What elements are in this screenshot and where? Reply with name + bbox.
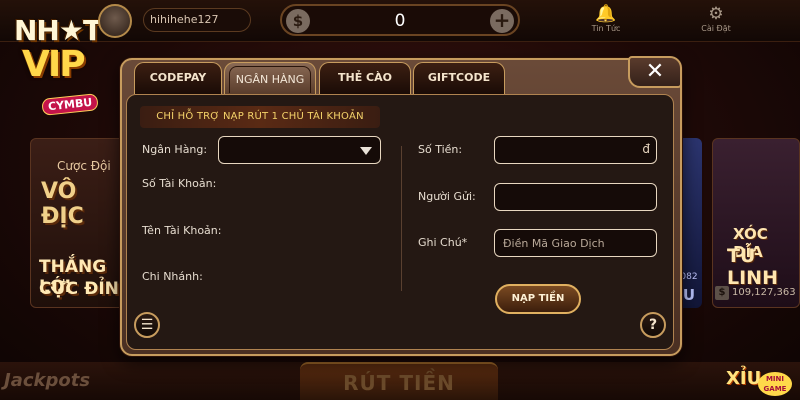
xiu-label[interactable]: XỈU <box>726 368 761 389</box>
balance-bar: $ 0 + <box>280 4 520 36</box>
sender-field[interactable] <box>494 183 657 211</box>
game-card-left-line4: CỰC ĐỈN <box>39 279 119 299</box>
close-icon: ✕ <box>645 59 665 84</box>
game-card-left-line2: VÔ ĐỊC <box>41 179 84 229</box>
logo-text-vip: VIP <box>22 44 86 85</box>
balance-amount: 0 <box>394 11 406 31</box>
bank-select[interactable] <box>218 136 381 164</box>
tab-the-cao[interactable]: THẺ CÀO <box>319 62 411 94</box>
tab-giftcode[interactable]: GIFTCODE <box>413 62 505 94</box>
withdraw-button[interactable]: RÚT TIỀN <box>300 362 498 400</box>
game-card-left-line1: Cược Đội <box>57 159 111 173</box>
avatar[interactable] <box>98 4 132 38</box>
game-card-right[interactable]: XÓC ĐĨA TỨ LINH <box>712 138 800 308</box>
close-button[interactable]: ✕ <box>628 56 682 88</box>
notice-banner: CHỈ HỖ TRỢ NẠP RÚT 1 CHỦ TÀI KHOẢN <box>140 106 380 128</box>
note-input[interactable] <box>495 230 656 256</box>
help-button[interactable]: ? <box>640 312 666 338</box>
bank-label: Ngân Hàng: <box>142 143 208 156</box>
deposit-submit-button[interactable]: NẠP TIỀN <box>495 284 581 314</box>
bell-icon: 🔔 <box>595 4 617 24</box>
branch-label: Chi Nhánh: <box>142 270 203 283</box>
mini-game-button[interactable]: MINI GAME <box>758 372 792 396</box>
logo-text-nhat: NH★T <box>14 14 102 47</box>
jackpot-value-row: $109,127,363 <box>712 286 800 304</box>
tab-codepay[interactable]: CODEPAY <box>134 62 222 94</box>
amount-label: Số Tiền: <box>418 143 463 156</box>
logo-badge: CYMBU <box>41 93 100 116</box>
settings-label: Cài Đặt <box>701 24 731 33</box>
tab-the-cao-label: THẺ CÀO <box>338 71 392 84</box>
amount-input[interactable] <box>495 137 656 163</box>
username-display: hihihehe127 <box>143 8 251 32</box>
game-card-left[interactable]: Cược Đội VÔ ĐỊC THẮNG LỚI CỰC ĐỈN <box>30 138 125 308</box>
settings-button[interactable]: ⚙ Cài Đặt <box>676 4 756 40</box>
amount-field[interactable]: đ <box>494 136 657 164</box>
gear-icon: ⚙ <box>708 4 724 24</box>
currency-dong-suffix: đ <box>642 142 650 156</box>
sender-input[interactable] <box>495 184 656 210</box>
news-label: Tin Tức <box>591 24 621 33</box>
jackpot-value: 109,127,363 <box>732 287 796 298</box>
history-button[interactable]: ☰ <box>134 312 160 338</box>
receipt-icon: ☰ <box>140 317 154 333</box>
help-icon: ? <box>648 317 658 333</box>
jackpots-label: Jackpots <box>4 370 91 391</box>
tab-codepay-label: CODEPAY <box>149 71 207 84</box>
column-divider <box>401 146 402 291</box>
tab-giftcode-label: GIFTCODE <box>427 71 491 84</box>
account-name-label: Tên Tài Khoản: <box>142 224 222 237</box>
game-card-right-line2: TỨ LINH <box>727 245 778 289</box>
add-funds-button[interactable]: + <box>490 9 514 33</box>
note-label: Ghi Chú* <box>418 236 468 249</box>
dialog-body <box>126 94 674 350</box>
tab-ngan-hang[interactable]: NGÂN HÀNG <box>224 62 316 94</box>
sender-label: Người Gửi: <box>418 190 476 203</box>
app-logo: NH★T VIP CYMBU <box>8 6 102 116</box>
news-button[interactable]: 🔔 Tin Tức <box>566 4 646 40</box>
chevron-down-icon <box>360 147 372 155</box>
dollar-icon: $ <box>715 286 729 300</box>
account-number-label: Số Tài Khoản: <box>142 177 217 190</box>
note-field[interactable] <box>494 229 657 257</box>
tab-ngan-hang-label: NGÂN HÀNG <box>229 66 311 93</box>
